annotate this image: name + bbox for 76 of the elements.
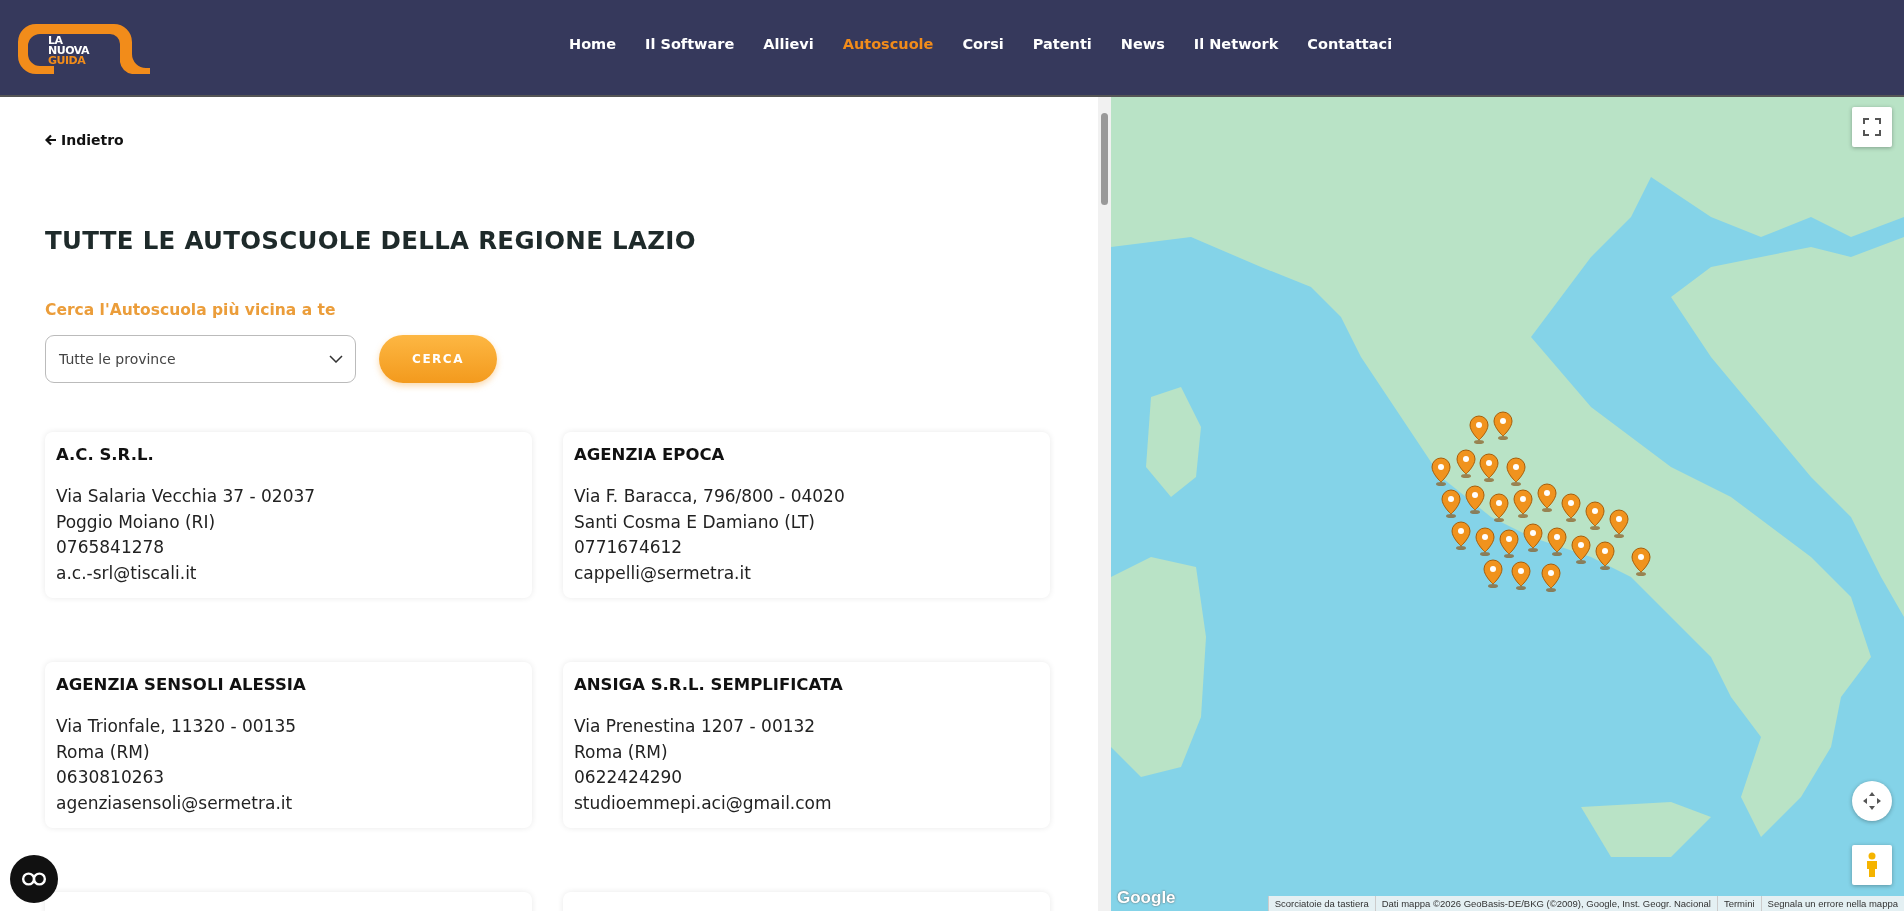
map-pin-icon[interactable]	[1513, 489, 1533, 519]
nav-link[interactable]: Allievi	[763, 36, 814, 52]
school-city: Poggio Moiano (RI)	[56, 510, 217, 534]
nav-link[interactable]: Il Network	[1193, 36, 1279, 52]
map-pin-icon[interactable]	[1506, 457, 1526, 487]
map-pin-icon[interactable]	[1547, 527, 1567, 557]
map-pin-icon[interactable]	[1499, 529, 1519, 559]
school-city: Roma (RM)	[574, 740, 669, 764]
school-phone: 0622424290	[574, 766, 684, 789]
school-city: Santi Cosma E Damiano (LT)	[574, 510, 816, 534]
map-pin-icon[interactable]	[1511, 561, 1531, 591]
logo-text: LA	[48, 35, 63, 46]
scrollbar[interactable]	[1098, 97, 1111, 911]
nav-link[interactable]: Patenti	[1032, 36, 1092, 52]
search-label: Cerca l'Autoscuola più vicina a te	[45, 301, 337, 319]
school-email: a.c.-srl@tiscali.it	[56, 561, 198, 585]
school-phone: 0630810263	[56, 766, 166, 789]
map-pin-icon[interactable]	[1483, 559, 1503, 589]
school-name: AGENZIA EPOCA	[574, 445, 726, 464]
map[interactable]: Google Scorciatoie da tastiera Dati mappa ©2026 GeoBasis-DE/BKG (©2009), Google, Inst. Geogr. Nacional Termini Segnala un errore nella mappa	[1111, 97, 1904, 911]
page-title: TUTTE LE AUTOSCUOLE DELLA REGIONE LAZIO	[45, 226, 697, 255]
map-pin-icon[interactable]	[1465, 485, 1485, 515]
move-arrows-icon	[1862, 791, 1882, 811]
map-pin-icon[interactable]	[1456, 449, 1476, 479]
map-logo: Google	[1117, 888, 1176, 908]
school-address: Via F. Baracca, 796/800 - 04020	[574, 485, 846, 508]
school-name: AGENZIA SENSOLI ALESSIA	[56, 675, 307, 694]
school-city: Roma (RM)	[56, 740, 151, 764]
map-pin-icon[interactable]	[1489, 493, 1509, 523]
arrow-left-icon	[45, 134, 57, 146]
map-pin-icon[interactable]	[1469, 415, 1489, 445]
privacy-button[interactable]	[10, 855, 58, 903]
map-pin-icon[interactable]	[1541, 563, 1561, 593]
school-phone: 0765841278	[56, 536, 166, 559]
nav-link[interactable]: News	[1120, 36, 1165, 52]
nav-link[interactable]: Contattaci	[1307, 36, 1393, 52]
map-pin-icon[interactable]	[1561, 493, 1581, 523]
map-pin-icon[interactable]	[1475, 527, 1495, 557]
fullscreen-button[interactable]	[1852, 107, 1892, 147]
map-pin-icon[interactable]	[1571, 535, 1591, 565]
nav-link[interactable]: Il Software	[645, 36, 735, 52]
map-pin-icon[interactable]	[1537, 483, 1557, 513]
map-pin-icon[interactable]	[1479, 453, 1499, 483]
province-select[interactable]: Tutte le province	[45, 335, 356, 383]
map-pin-icon[interactable]	[1451, 521, 1471, 551]
map-attribution-link[interactable]: Scorciatoie da tastiera	[1267, 896, 1375, 911]
map-pin-icon[interactable]	[1585, 501, 1605, 531]
school-phone: 0771674612	[574, 536, 684, 559]
logo[interactable]: LA NUOVA GUIDA	[14, 19, 154, 76]
school-email: agenziasensoli@sermetra.it	[56, 791, 294, 815]
chevron-down-icon	[329, 355, 343, 363]
school-address: Via Prenestina 1207 - 00132	[574, 715, 817, 738]
map-pin-icon[interactable]	[1493, 411, 1513, 441]
logo-text: GUIDA	[48, 55, 86, 66]
map-pin-icon[interactable]	[1631, 547, 1651, 577]
map-attribution-link[interactable]: Segnala un errore nella mappa	[1760, 896, 1904, 911]
nav-link[interactable]: Corsi	[962, 36, 1004, 52]
school-address: Via Salaria Vecchia 37 - 02037	[56, 485, 317, 508]
school-address: Via Trionfale, 11320 - 00135	[56, 715, 298, 738]
map-attribution-link[interactable]: Dati mappa ©2026 GeoBasis-DE/BKG (©2009), Google, Inst. Geogr. Nacional	[1374, 896, 1717, 911]
nav-link[interactable]: Autoscuole	[842, 36, 934, 52]
back-link[interactable]: Indietro	[45, 132, 124, 148]
school-name: ANSIGA S.R.L. SEMPLIFICATA	[574, 675, 844, 694]
logo-text: NUOVA	[48, 45, 89, 56]
map-pin-icon[interactable]	[1431, 457, 1451, 487]
fullscreen-icon	[1863, 118, 1881, 136]
map-pin-icon[interactable]	[1609, 509, 1629, 539]
school-email: studioemmepi.aci@gmail.com	[574, 791, 833, 815]
nav-link[interactable]: Home	[569, 36, 617, 52]
school-email: cappelli@sermetra.it	[574, 561, 752, 585]
map-attribution-link[interactable]: Termini	[1716, 896, 1761, 911]
map-pin-icon[interactable]	[1595, 541, 1615, 571]
person-icon	[1865, 852, 1879, 878]
map-pin-icon[interactable]	[1441, 489, 1461, 519]
school-name: A.C. S.R.L.	[56, 445, 155, 464]
map-pin-icon[interactable]	[1523, 523, 1543, 553]
